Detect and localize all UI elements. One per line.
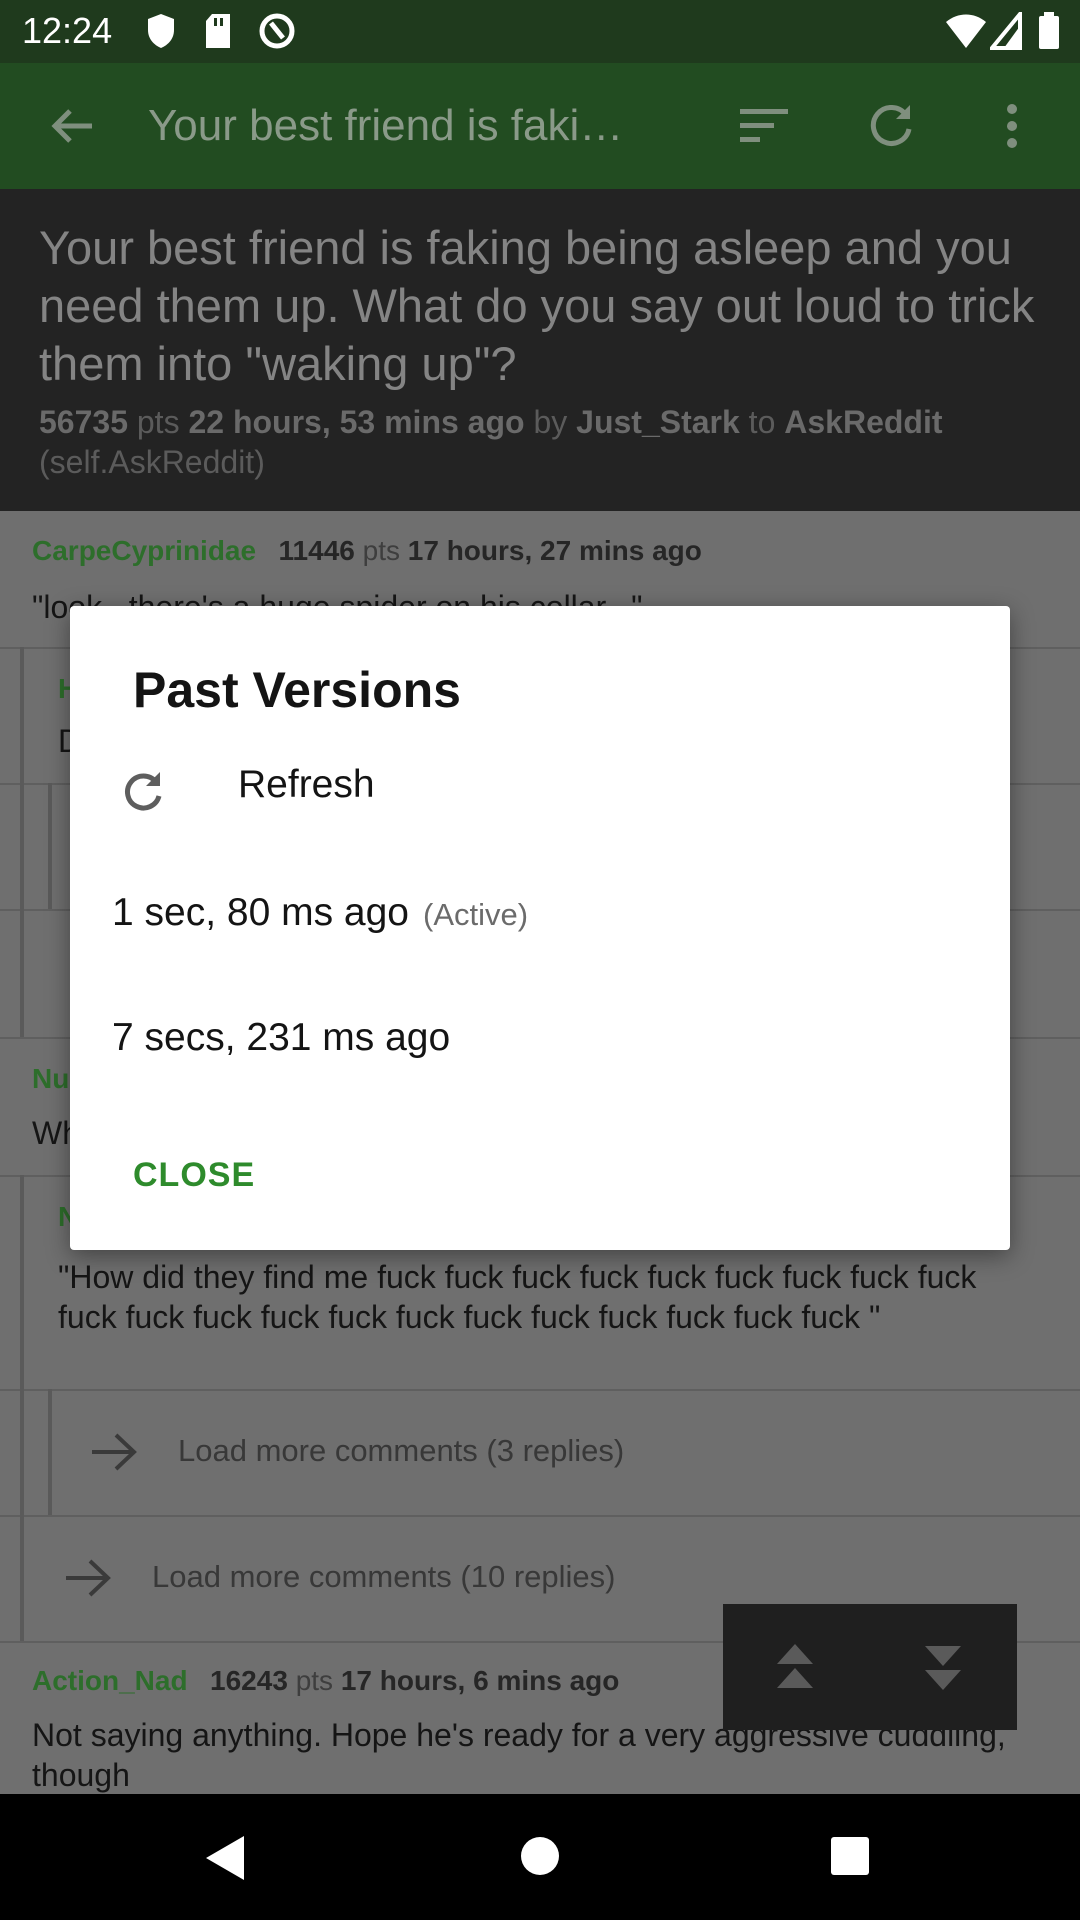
status-bar: 12:24 bbox=[0, 0, 1080, 63]
jump-down-icon[interactable] bbox=[923, 1642, 963, 1692]
status-time: 12:24 bbox=[22, 10, 113, 51]
indent-line bbox=[20, 1389, 24, 1515]
arrow-right-icon bbox=[92, 1433, 137, 1471]
home-nav-icon[interactable] bbox=[520, 1836, 560, 1876]
indent-line bbox=[48, 783, 52, 909]
refresh-icon[interactable] bbox=[866, 101, 916, 151]
sd-card-icon bbox=[206, 14, 230, 48]
wifi-icon bbox=[946, 14, 986, 48]
load-more-row[interactable]: Load more comments (3 replies) bbox=[0, 1389, 1080, 1517]
post-title: Your best friend is faking being asleep … bbox=[39, 221, 1035, 390]
app-bar-title: Your best friend is faki… bbox=[148, 101, 624, 150]
comment-points: 16243 bbox=[210, 1665, 288, 1696]
comment-author[interactable]: Action_Nad bbox=[32, 1665, 188, 1696]
signal-icon bbox=[990, 12, 1022, 50]
indent-line bbox=[20, 647, 24, 783]
jump-up-icon[interactable] bbox=[775, 1642, 815, 1692]
version-label: 1 sec, 80 ms ago bbox=[112, 891, 409, 934]
battery-icon bbox=[1039, 12, 1059, 49]
indent-line bbox=[48, 1389, 52, 1515]
post-meta: 56735 pts 22 hours, 53 mins ago by Just_… bbox=[39, 402, 1049, 482]
post-to-label: to bbox=[748, 404, 776, 440]
more-vert-icon[interactable] bbox=[1000, 101, 1024, 151]
recents-nav-icon[interactable] bbox=[830, 1836, 870, 1876]
back-arrow-icon[interactable] bbox=[48, 101, 98, 151]
refresh-label[interactable]: Refresh bbox=[238, 763, 375, 807]
indent-line bbox=[20, 1515, 24, 1641]
comment-body: "How did they find me fuck fuck fuck fuc… bbox=[58, 1259, 977, 1335]
comment-points: 11446 bbox=[278, 535, 355, 566]
refresh-icon bbox=[125, 772, 162, 811]
indent-line bbox=[20, 783, 24, 909]
close-button[interactable]: CLOSE bbox=[133, 1156, 255, 1195]
comment-meta: Action_Nad 16243 pts 17 hours, 6 mins ag… bbox=[32, 1665, 619, 1697]
post-by-label: by bbox=[533, 404, 568, 440]
post-self-label: (self.AskReddit) bbox=[39, 444, 265, 480]
post-author[interactable]: Just_Stark bbox=[576, 404, 740, 440]
load-more-label: Load more comments (10 replies) bbox=[152, 1559, 616, 1594]
back-nav-icon[interactable] bbox=[204, 1834, 248, 1882]
post-pts-label: pts bbox=[136, 404, 180, 440]
version-item[interactable]: 7 secs, 231 ms ago bbox=[112, 1016, 450, 1060]
comment-time: 17 hours, 27 mins ago bbox=[407, 535, 702, 566]
post-time: 22 hours, 53 mins ago bbox=[188, 404, 525, 440]
comment-author[interactable]: CarpeCyprinidae bbox=[32, 535, 256, 566]
arrow-right-icon bbox=[66, 1559, 111, 1597]
indent-line bbox=[20, 909, 24, 1037]
dialog-title: Past Versions bbox=[133, 662, 461, 718]
version-label: 7 secs, 231 ms ago bbox=[112, 1016, 451, 1059]
post-points: 56735 bbox=[39, 404, 128, 440]
active-badge: (Active) bbox=[423, 897, 529, 932]
indent-line bbox=[20, 1175, 24, 1389]
shield-icon bbox=[148, 14, 174, 48]
at-sign-icon bbox=[259, 13, 295, 49]
post-subreddit[interactable]: AskReddit bbox=[784, 404, 942, 440]
system-nav-bar bbox=[0, 1794, 1080, 1920]
app-bar: Your best friend is faki… bbox=[0, 63, 1080, 189]
comment-pts-label: pts bbox=[362, 535, 400, 566]
post-header: Your best friend is faking being asleep … bbox=[0, 189, 1080, 511]
comment-meta: CarpeCyprinidae 11446 pts 17 hours, 27 m… bbox=[32, 535, 702, 567]
comment-author[interactable]: Nu bbox=[32, 1063, 69, 1095]
comment-nav-fab bbox=[723, 1604, 1017, 1730]
load-more-label: Load more comments (3 replies) bbox=[178, 1433, 625, 1468]
version-item[interactable]: 1 sec, 80 ms ago (Active) bbox=[112, 891, 528, 935]
comment-pts-label: pts bbox=[295, 1665, 334, 1696]
sort-icon[interactable] bbox=[738, 103, 790, 149]
refresh-row[interactable] bbox=[90, 736, 990, 846]
past-versions-dialog: Past Versions Refresh 1 sec, 80 ms ago (A… bbox=[70, 606, 1010, 1250]
comment-time: 17 hours, 6 mins ago bbox=[340, 1665, 620, 1696]
